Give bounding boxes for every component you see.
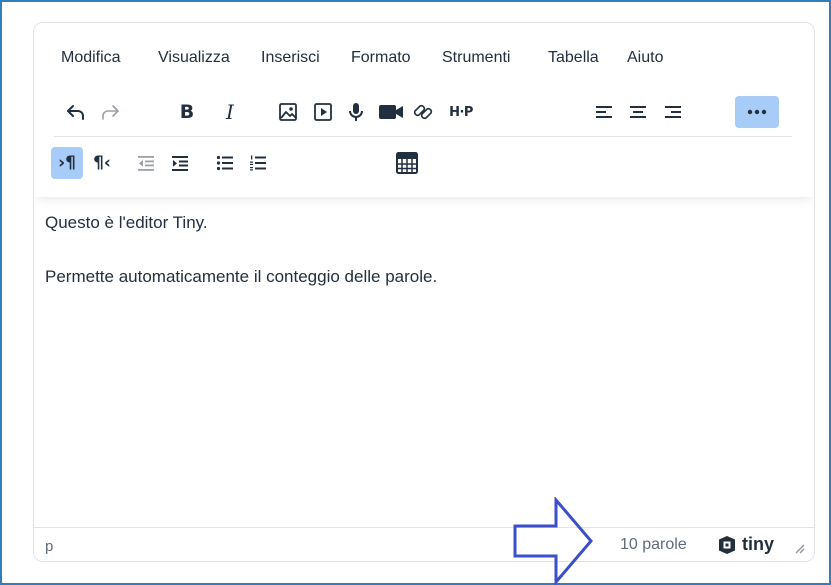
page-frame: Modifica Visualizza Inserisci Formato St… — [0, 0, 831, 585]
align-left-icon — [596, 106, 612, 118]
toolbar-row-2: ›¶ ¶‹ — [34, 147, 814, 179]
more-button[interactable] — [735, 96, 779, 128]
outdent-button[interactable] — [130, 147, 162, 179]
align-center-icon — [630, 106, 646, 118]
undo-button[interactable] — [60, 96, 92, 128]
menu-visualizza[interactable]: Visualizza — [158, 45, 230, 71]
tiny-logo-icon — [719, 535, 735, 554]
bold-button[interactable]: B — [171, 96, 203, 128]
rtl-button[interactable]: ¶‹ — [86, 147, 118, 179]
menu-formato[interactable]: Formato — [351, 45, 411, 71]
undo-icon — [67, 105, 84, 120]
image-button[interactable] — [272, 96, 304, 128]
image-icon — [279, 103, 297, 121]
media-icon — [314, 103, 332, 121]
redo-icon — [102, 105, 119, 120]
italic-button[interactable]: I — [214, 96, 246, 128]
record-video-button[interactable] — [375, 96, 407, 128]
align-left-button[interactable] — [588, 96, 620, 128]
align-center-button[interactable] — [622, 96, 654, 128]
content-paragraph-2: Permette automaticamente il conteggio de… — [45, 267, 438, 286]
more-icon — [747, 109, 767, 115]
redo-button[interactable] — [94, 96, 126, 128]
element-path[interactable]: p — [45, 538, 53, 555]
indent-button[interactable] — [164, 147, 196, 179]
tiny-editor: Modifica Visualizza Inserisci Formato St… — [33, 22, 815, 562]
toolbar-row-1: B I H·P — [34, 96, 814, 128]
calculator-icon — [396, 152, 418, 174]
media-button[interactable] — [307, 96, 339, 128]
annotation-arrow-icon — [513, 497, 593, 585]
menu-strumenti[interactable]: Strumenti — [442, 45, 510, 71]
calculator-button[interactable] — [391, 147, 423, 179]
indent-icon — [172, 156, 188, 171]
resize-handle-icon[interactable] — [793, 542, 805, 554]
rtl-icon: ¶‹ — [93, 153, 111, 173]
word-count[interactable]: 10 parole — [620, 536, 687, 554]
menu-modifica[interactable]: Modifica — [61, 45, 121, 71]
menu-aiuto[interactable]: Aiuto — [627, 45, 663, 71]
menu-inserisci[interactable]: Inserisci — [261, 45, 320, 71]
statusbar: p 10 parole tiny — [34, 527, 814, 561]
record-audio-button[interactable] — [340, 96, 372, 128]
numbered-list-button[interactable] — [242, 147, 274, 179]
editor-header: Modifica Visualizza Inserisci Formato St… — [34, 23, 814, 197]
align-right-icon — [665, 106, 681, 118]
toolbar-divider — [54, 136, 792, 137]
h5p-icon: H·P — [449, 104, 473, 120]
menu-tabella[interactable]: Tabella — [548, 45, 599, 71]
bullet-list-icon — [216, 155, 233, 171]
italic-icon: I — [226, 100, 234, 124]
link-button[interactable] — [407, 96, 439, 128]
bullet-list-button[interactable] — [209, 147, 241, 179]
ltr-icon: ›¶ — [58, 153, 76, 173]
content-paragraph-1: Questo è l'editor Tiny. — [45, 213, 208, 232]
bold-icon: B — [179, 101, 195, 123]
outdent-icon — [138, 156, 154, 171]
ltr-button[interactable]: ›¶ — [51, 147, 83, 179]
video-camera-icon — [379, 105, 403, 119]
h5p-button[interactable]: H·P — [441, 96, 481, 128]
tiny-brand-link[interactable]: tiny — [717, 534, 774, 555]
link-icon — [413, 104, 433, 120]
tiny-brand-text: tiny — [742, 534, 775, 554]
align-right-button[interactable] — [657, 96, 689, 128]
microphone-icon — [349, 103, 363, 121]
numbered-list-icon — [250, 155, 266, 171]
